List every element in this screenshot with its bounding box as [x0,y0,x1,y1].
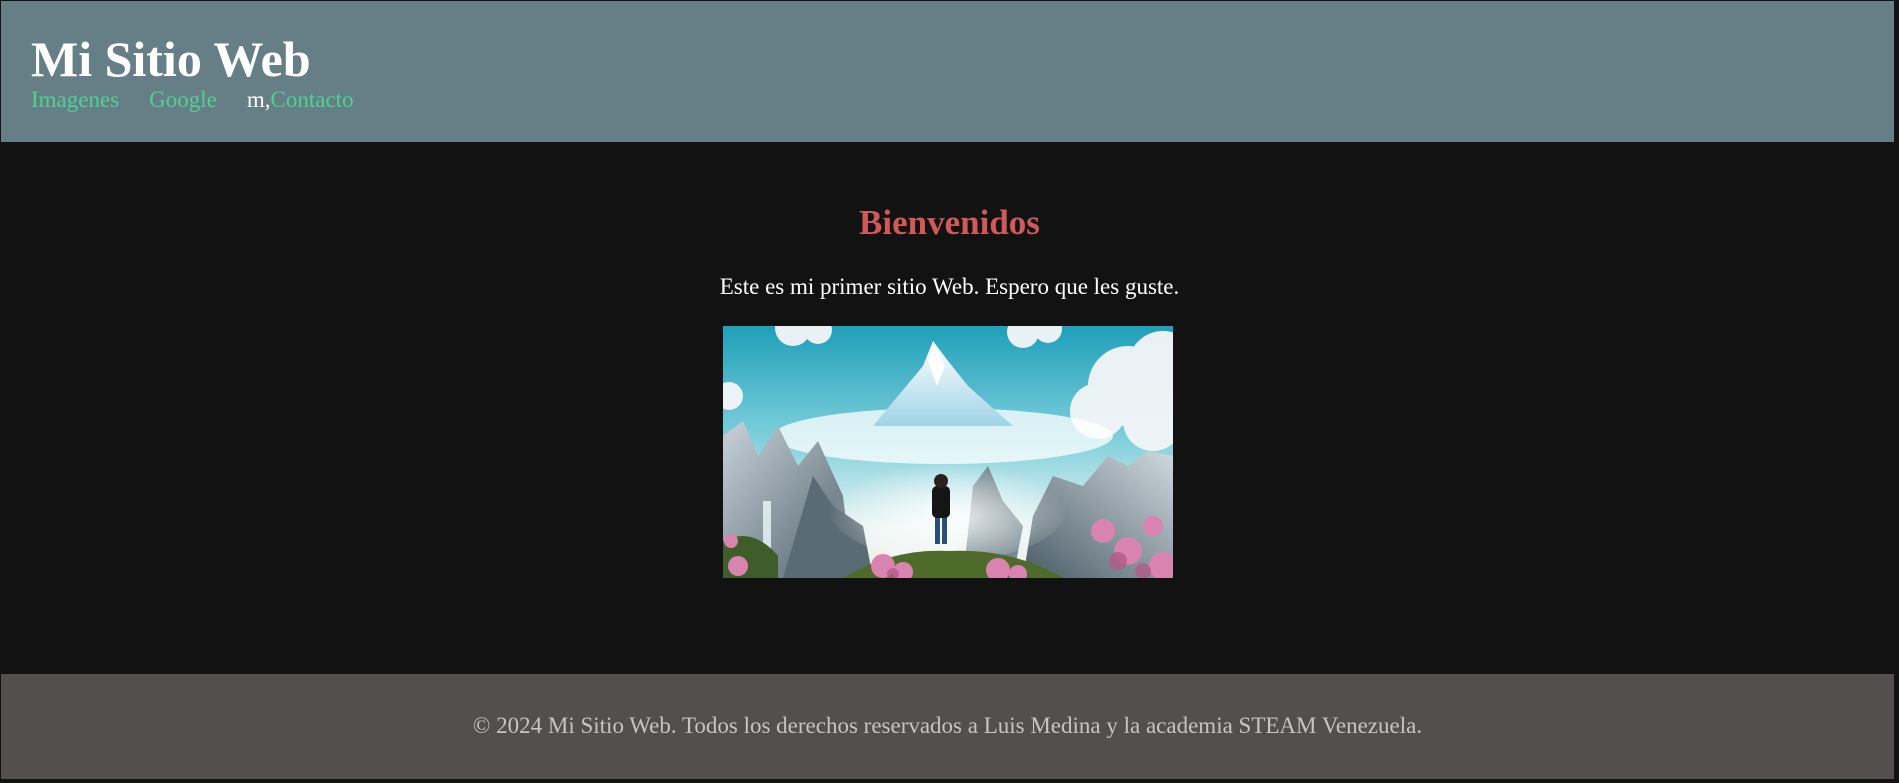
hero-image [723,326,1173,578]
landscape-illustration [723,326,1173,578]
main-content: Bienvenidos Este es mi primer sitio Web.… [0,142,1899,674]
copyright-text: © 2024 Mi Sitio Web. Todos los derechos … [472,713,1423,738]
intro-text: Este es mi primer sitio Web. Espero que … [719,274,1180,299]
main-nav: Imagenes Google m,Contacto [31,86,354,114]
welcome-heading: Bienvenidos [859,203,1040,242]
site-footer: © 2024 Mi Sitio Web. Todos los derechos … [1,674,1894,779]
site-title: Mi Sitio Web [31,31,311,87]
nav-stray-text: m, [246,87,271,112]
nav-link-imagenes[interactable]: Imagenes [31,87,119,112]
site-header: Mi Sitio Web Imagenes Google m,Contacto [1,1,1894,142]
page: Mi Sitio Web Imagenes Google m,Contacto Bi… [0,0,1899,783]
nav-link-contacto[interactable]: Contacto [271,87,354,112]
nav-link-google[interactable]: Google [149,87,217,112]
